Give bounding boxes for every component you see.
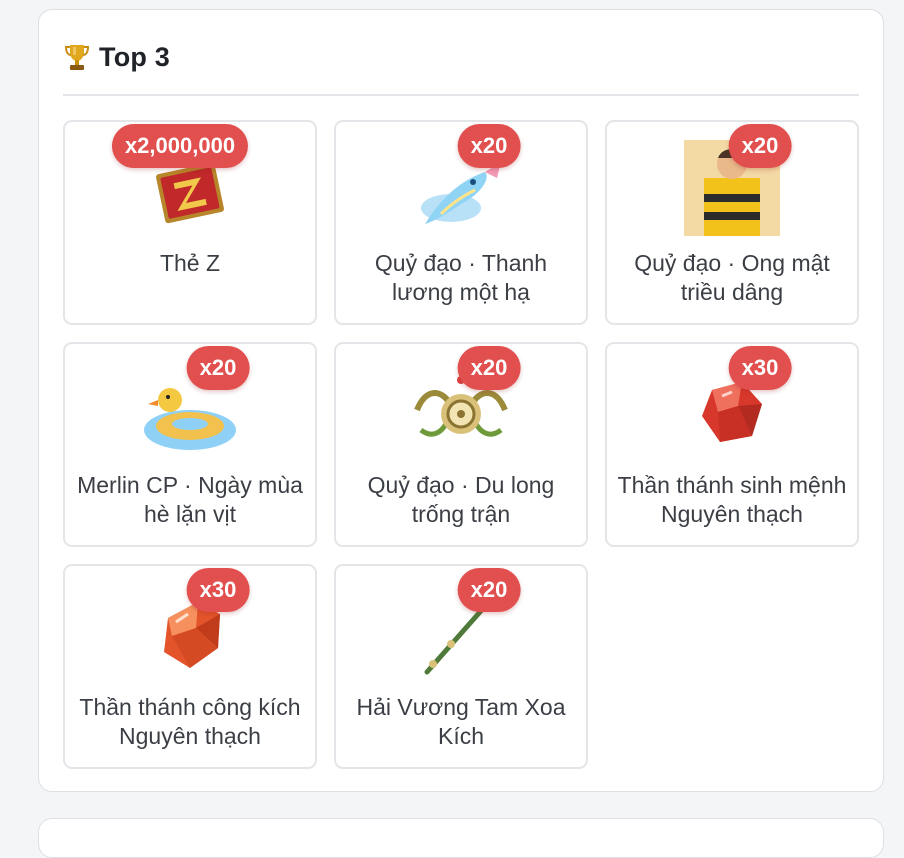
reward-name: Quỷ đạo · Ong mật triều dâng xyxy=(634,250,830,305)
reward-card[interactable]: x20 Hải Vương Tam Xoa Kích xyxy=(334,564,588,769)
quantity-badge: x20 xyxy=(457,346,521,390)
top3-panel: Top 3 x2,000,000 Thẻ Z x20 Quỷ đạo · Tha… xyxy=(38,9,884,792)
reward-name: Quỷ đạo · Du long trống trận xyxy=(367,472,555,527)
reward-name: Thẻ Z xyxy=(159,250,221,276)
reward-card[interactable]: x20 Quỷ đạo · Ong mật triều dâng xyxy=(605,120,859,325)
reward-name: Thần thánh sinh mệnh Nguyên thạch xyxy=(617,472,847,527)
reward-card[interactable]: x30 Thần thánh sinh mệnh Nguyên thạch xyxy=(605,342,859,547)
reward-name: Merlin CP · Ngày mùa hè lặn vịt xyxy=(77,472,303,527)
reward-card[interactable]: x20 Merlin CP · Ngày mùa hè lặn vịt xyxy=(63,342,317,547)
reward-card[interactable]: x2,000,000 Thẻ Z xyxy=(63,120,317,325)
section-title: Top 3 xyxy=(99,41,170,72)
reward-name: Quỷ đạo · Thanh lương một hạ xyxy=(374,250,548,305)
reward-card[interactable]: x20 Quỷ đạo · Thanh lương một hạ xyxy=(334,120,588,325)
divider xyxy=(63,94,859,96)
reward-name: Thần thánh công kích Nguyên thạch xyxy=(79,694,301,749)
quantity-badge: x20 xyxy=(457,124,521,168)
trophy-icon xyxy=(64,45,90,70)
quantity-badge: x20 xyxy=(186,346,250,390)
next-panel xyxy=(38,818,884,858)
quantity-badge: x30 xyxy=(186,568,250,612)
quantity-badge: x2,000,000 xyxy=(111,124,249,168)
reward-grid: x2,000,000 Thẻ Z x20 Quỷ đạo · Thanh lươ… xyxy=(63,120,859,769)
quantity-badge: x20 xyxy=(457,568,521,612)
quantity-badge: x30 xyxy=(728,346,792,390)
section-header: Top 3 xyxy=(63,40,170,74)
quantity-badge: x20 xyxy=(728,124,792,168)
reward-card[interactable]: x30 Thần thánh công kích Nguyên thạch xyxy=(63,564,317,769)
reward-card[interactable]: x20 Quỷ đạo · Du long trống trận xyxy=(334,342,588,547)
reward-name: Hải Vương Tam Xoa Kích xyxy=(356,694,566,749)
